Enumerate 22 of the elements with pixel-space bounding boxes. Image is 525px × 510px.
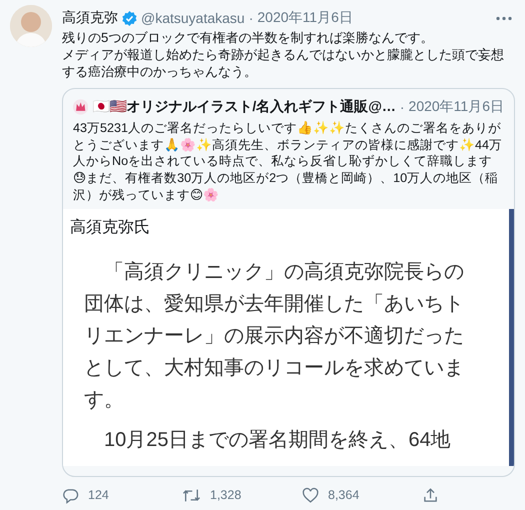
article-paragraph: 「高須クリニック」の高須克弥院長らの団体は、愛知県が去年開催した「あいちトリエンナーレ」の展示内容が不適切だったとして、大村知事のリコールを求めています。: [84, 260, 465, 413]
retweet-count: 1,328: [210, 488, 242, 502]
more-icon[interactable]: [495, 16, 513, 20]
separator-dot: ·: [400, 99, 405, 115]
reply-count: 124: [88, 488, 109, 502]
tweet-date[interactable]: 2020年11月6日: [257, 9, 353, 27]
tweet-text: メディアが報道し始めたら奇跡が起きるんではないかと朦朧とした頭で妄想する癌治療中のかっちゃんなう。: [62, 46, 505, 80]
author-handle[interactable]: @katsuyatakasu: [141, 10, 245, 26]
tweet-text: 残りの5つのブロックで有権者の半数を制すれば楽勝なんです。: [62, 29, 434, 46]
quote-author-name[interactable]: 🇯🇵🇺🇸オリジナルイラスト/名入れギフト通販@…: [92, 98, 396, 116]
quote-text: 43万5231人のご署名だったらしいです👍✨✨たくさんのご署名をありがとうございます🙏🌸✨高須先生、ボランティアの皆様に感謝です✨44万人からNoを出されている時点で、私なら反省し恥ずかしくて辞職します😓まだ、有権者数30万人の地区が2つ（豊橋と岡崎）、10万人の地区（稲沢）が残っています😊🌸: [73, 120, 504, 204]
like-count: 8,364: [328, 488, 360, 502]
share-icon[interactable]: [422, 486, 439, 504]
article-paragraph: 10月25日までの署名期間を終え、64地: [103, 428, 452, 453]
heart-icon[interactable]: [302, 486, 319, 504]
reply-icon[interactable]: [62, 486, 79, 504]
retweet-icon[interactable]: [182, 486, 201, 504]
quote-date[interactable]: 2020年11月6日: [408, 98, 504, 116]
image-caption: 高須克弥氏: [70, 218, 150, 236]
author-name[interactable]: 高須克弥: [62, 9, 118, 27]
separator-dot: ·: [248, 10, 254, 26]
account-avatar[interactable]: [73, 97, 88, 117]
